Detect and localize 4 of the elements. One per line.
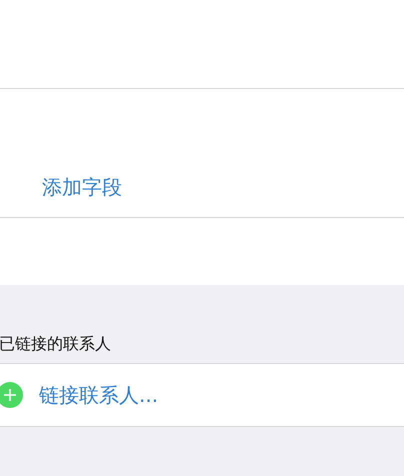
section-header: 已链接的联系人 [0, 334, 111, 355]
add-field-link[interactable]: 添加字段 [42, 174, 122, 201]
link-contacts-link[interactable]: 链接联系人... [39, 382, 158, 408]
add-icon[interactable] [0, 382, 23, 408]
